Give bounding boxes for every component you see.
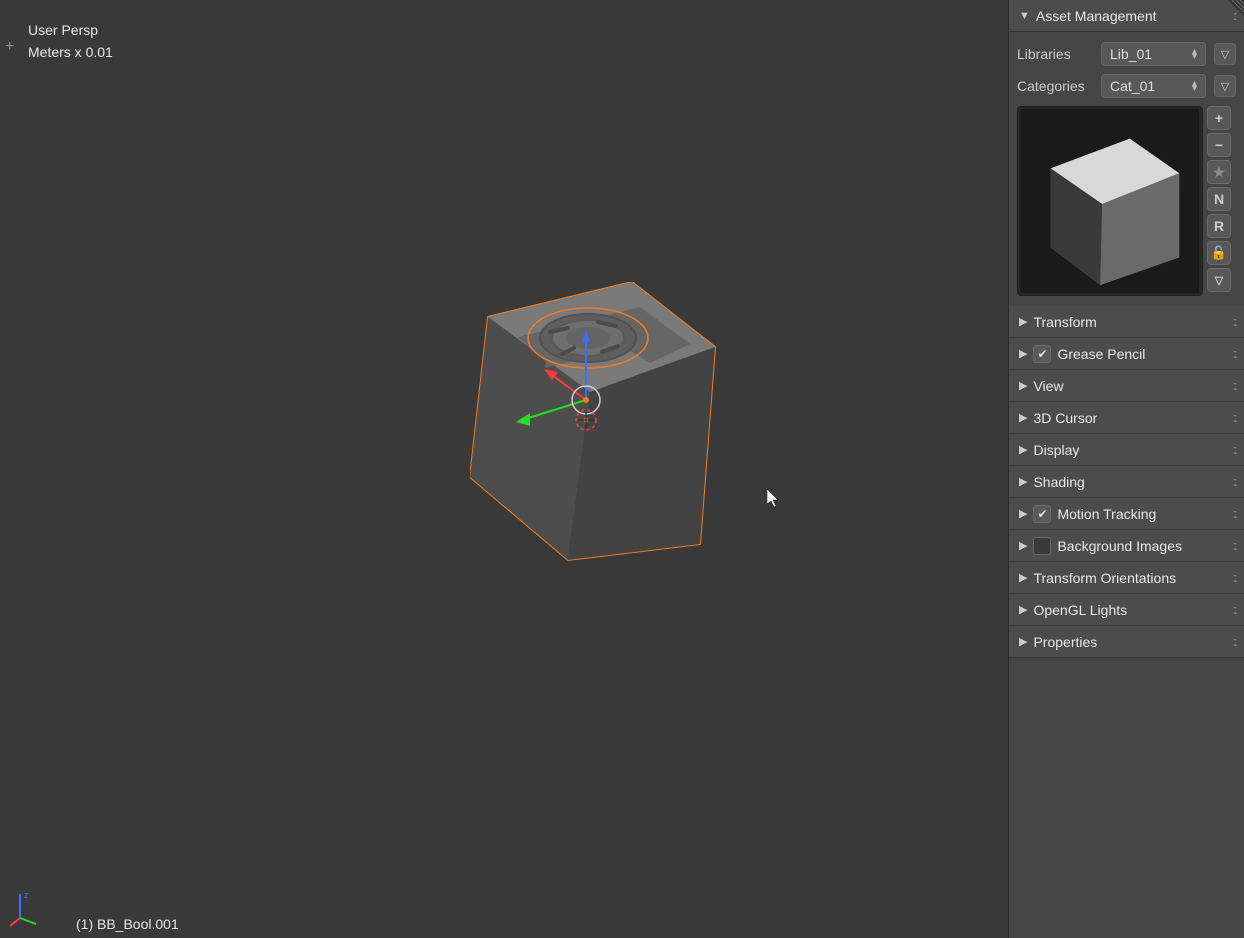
expand-arrow-icon: ▶ bbox=[1019, 411, 1027, 424]
libraries-value: Lib_01 bbox=[1110, 46, 1152, 62]
panel-title: 3D Cursor bbox=[1033, 410, 1228, 426]
expand-arrow-icon: ▶ bbox=[1019, 347, 1027, 360]
asset-lock-button[interactable]: 🔓 bbox=[1207, 241, 1231, 265]
asset-remove-button[interactable]: − bbox=[1207, 133, 1231, 157]
asset-add-button[interactable]: + bbox=[1207, 106, 1231, 130]
corner-splitter-icon[interactable] bbox=[1228, 0, 1244, 16]
panel-title: Background Images bbox=[1057, 538, 1228, 554]
panel-title: OpenGL Lights bbox=[1033, 602, 1228, 618]
categories-dropdown[interactable]: Cat_01 ▴▾ bbox=[1101, 74, 1206, 98]
asset-favorite-button[interactable]: ★ bbox=[1207, 160, 1231, 184]
collapse-arrow-icon: ▼ bbox=[1019, 10, 1030, 22]
asset-management-panel-body: Libraries Lib_01 ▴▾ ▽ Categories Cat_01 … bbox=[1009, 32, 1244, 306]
expand-arrow-icon: ▶ bbox=[1019, 603, 1027, 616]
panel-checkbox[interactable]: ✔ bbox=[1033, 345, 1051, 363]
libraries-label: Libraries bbox=[1017, 46, 1093, 62]
units-label: Meters x 0.01 bbox=[28, 44, 113, 60]
expand-arrow-icon: ▶ bbox=[1019, 379, 1027, 392]
panel-properties[interactable]: ▶Properties:::: bbox=[1009, 626, 1244, 658]
panel-view[interactable]: ▶View:::: bbox=[1009, 370, 1244, 402]
panel-shading[interactable]: ▶Shading:::: bbox=[1009, 466, 1244, 498]
asset-management-panel-header[interactable]: ▼ Asset Management :::: bbox=[1009, 0, 1244, 32]
panel-title: Shading bbox=[1033, 474, 1228, 490]
libraries-dropdown[interactable]: Lib_01 ▴▾ bbox=[1101, 42, 1206, 66]
panel-transform-orientations[interactable]: ▶Transform Orientations:::: bbox=[1009, 562, 1244, 594]
expand-arrow-icon: ▶ bbox=[1019, 571, 1027, 584]
panel-title: Properties bbox=[1033, 634, 1228, 650]
asset-n-button[interactable]: N bbox=[1207, 187, 1231, 211]
asset-panel-title: Asset Management bbox=[1036, 8, 1228, 24]
3d-viewport[interactable]: User Persp Meters x 0.01 + (1) BB_Bool.0… bbox=[0, 0, 1008, 938]
panel-background-images[interactable]: ▶Background Images:::: bbox=[1009, 530, 1244, 562]
updown-icon: ▴▾ bbox=[1192, 81, 1197, 91]
panel-transform[interactable]: ▶Transform:::: bbox=[1009, 306, 1244, 338]
panel-title: Transform Orientations bbox=[1033, 570, 1228, 586]
panel-opengl-lights[interactable]: ▶OpenGL Lights:::: bbox=[1009, 594, 1244, 626]
expand-arrow-icon: ▶ bbox=[1019, 507, 1027, 520]
svg-text:z: z bbox=[24, 890, 29, 900]
panel-checkbox[interactable]: ✔ bbox=[1033, 505, 1051, 523]
expand-arrow-icon: ▶ bbox=[1019, 475, 1027, 488]
expand-arrow-icon: ▶ bbox=[1019, 539, 1027, 552]
panel-title: View bbox=[1033, 378, 1228, 394]
expand-arrow-icon: ▶ bbox=[1019, 443, 1027, 456]
panel-title: Display bbox=[1033, 442, 1228, 458]
panel-3d-cursor[interactable]: ▶3D Cursor:::: bbox=[1009, 402, 1244, 434]
categories-expand-button[interactable]: ▽ bbox=[1214, 75, 1236, 97]
panel-grease-pencil[interactable]: ▶✔Grease Pencil:::: bbox=[1009, 338, 1244, 370]
panel-display[interactable]: ▶Display:::: bbox=[1009, 434, 1244, 466]
libraries-expand-button[interactable]: ▽ bbox=[1214, 43, 1236, 65]
asset-r-button[interactable]: R bbox=[1207, 214, 1231, 238]
panel-title: Grease Pencil bbox=[1057, 346, 1228, 362]
asset-more-button[interactable]: ▽ bbox=[1207, 268, 1231, 292]
categories-value: Cat_01 bbox=[1110, 78, 1155, 94]
axis-widget: z bbox=[10, 888, 40, 928]
asset-preview[interactable] bbox=[1017, 106, 1203, 296]
plus-icon[interactable]: + bbox=[5, 38, 14, 56]
expand-arrow-icon: ▶ bbox=[1019, 315, 1027, 328]
perspective-label: User Persp bbox=[28, 22, 98, 38]
expand-arrow-icon: ▶ bbox=[1019, 635, 1027, 648]
cursor-icon bbox=[767, 489, 781, 509]
panel-motion-tracking[interactable]: ▶✔Motion Tracking:::: bbox=[1009, 498, 1244, 530]
properties-sidebar: ▼ Asset Management :::: Libraries Lib_01… bbox=[1008, 0, 1244, 938]
panel-title: Motion Tracking bbox=[1057, 506, 1228, 522]
panel-title: Transform bbox=[1033, 314, 1228, 330]
categories-label: Categories bbox=[1017, 78, 1093, 94]
object-label: (1) BB_Bool.001 bbox=[76, 916, 179, 932]
updown-icon: ▴▾ bbox=[1192, 49, 1197, 59]
selected-cube-object[interactable] bbox=[470, 282, 720, 567]
panel-checkbox[interactable] bbox=[1033, 537, 1051, 555]
